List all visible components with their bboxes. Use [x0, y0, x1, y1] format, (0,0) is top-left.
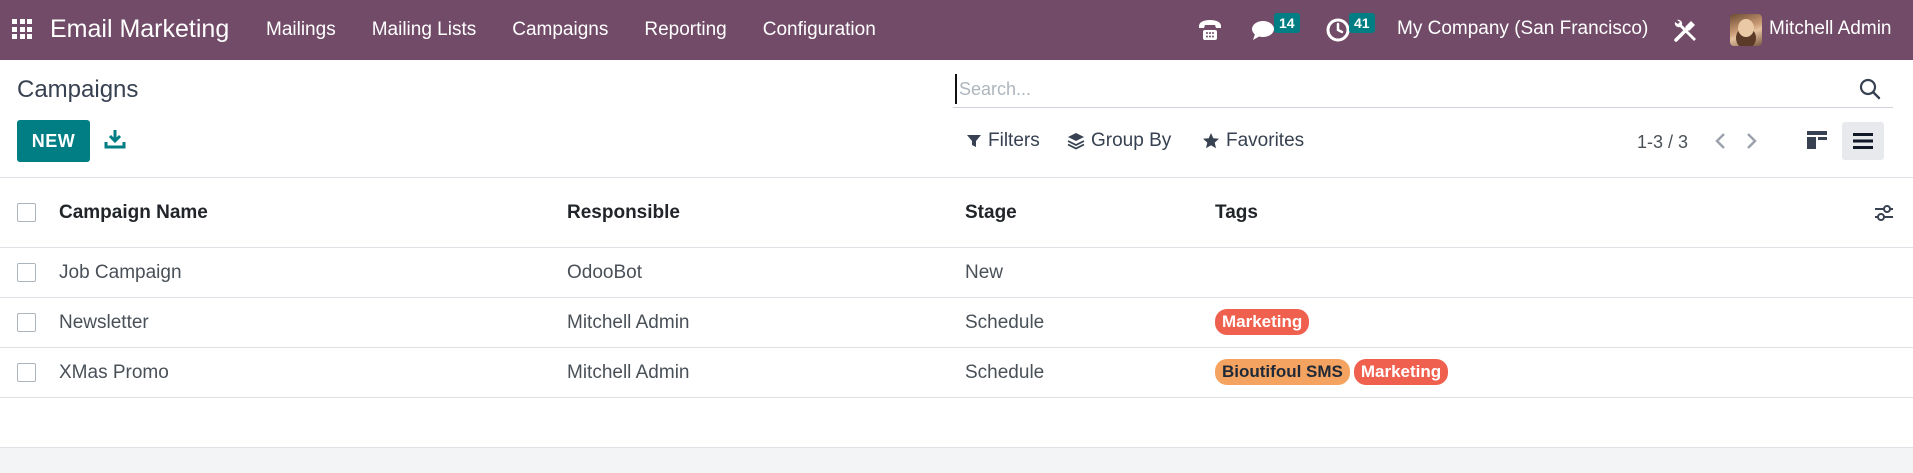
- list-icon: [1853, 133, 1873, 149]
- cell-tags: Marketing: [1215, 309, 1313, 335]
- pager-value[interactable]: 1-3 / 3: [1637, 132, 1688, 153]
- avatar[interactable]: [1730, 14, 1762, 46]
- cell-stage: Schedule: [965, 362, 1045, 383]
- control-panel: Campaigns NEW Filters Group By Favorites…: [0, 60, 1913, 178]
- column-tags[interactable]: Tags: [1215, 202, 1258, 224]
- main-menu: Mailings Mailing Lists Campaigns Reporti…: [248, 0, 894, 60]
- activity-badge: 41: [1349, 13, 1375, 33]
- chat-badge: 14: [1274, 13, 1300, 33]
- cell-campaign-name: Newsletter: [59, 312, 149, 333]
- cell-responsible: Mitchell Admin: [567, 362, 690, 383]
- chat-icon[interactable]: [1250, 17, 1276, 43]
- cell-tags: Bioutifoul SMS Marketing: [1215, 359, 1452, 385]
- row-checkbox[interactable]: [17, 363, 36, 382]
- layers-icon: [1067, 133, 1085, 150]
- list-header: Campaign Name Responsible Stage Tags: [0, 178, 1913, 248]
- cell-campaign-name: XMas Promo: [59, 362, 169, 383]
- cell-campaign-name: Job Campaign: [59, 262, 182, 283]
- table-row[interactable]: Newsletter Mitchell Admin Schedule Marke…: [0, 298, 1913, 348]
- group-by-button[interactable]: Group By: [1067, 130, 1171, 152]
- apps-grid-icon[interactable]: [12, 19, 32, 39]
- table-row[interactable]: XMas Promo Mitchell Admin Schedule Biout…: [0, 348, 1913, 398]
- page-title: Campaigns: [17, 76, 139, 103]
- favorites-label: Favorites: [1226, 130, 1305, 151]
- clock-icon[interactable]: [1325, 17, 1351, 43]
- kanban-view-button[interactable]: [1799, 122, 1835, 158]
- download-icon[interactable]: [104, 128, 126, 150]
- filters-label: Filters: [988, 130, 1040, 151]
- tag-bioutifoul-sms: Bioutifoul SMS: [1215, 359, 1350, 385]
- app-brand[interactable]: Email Marketing: [50, 15, 229, 44]
- page-footer-area: [0, 448, 1913, 473]
- tools-icon[interactable]: [1672, 16, 1700, 44]
- star-icon: [1203, 133, 1219, 149]
- row-checkbox[interactable]: [17, 313, 36, 332]
- cell-stage: New: [965, 262, 1004, 283]
- sliders-icon[interactable]: [1873, 202, 1895, 224]
- search-icon[interactable]: [1859, 78, 1881, 100]
- campaign-list: Campaign Name Responsible Stage Tags Job…: [0, 178, 1913, 448]
- user-menu[interactable]: Mitchell Admin: [1769, 18, 1892, 40]
- filters-button[interactable]: Filters: [966, 130, 1040, 152]
- tag-marketing: Marketing: [1215, 309, 1310, 335]
- row-checkbox[interactable]: [17, 263, 36, 282]
- chevron-right-icon[interactable]: [1743, 130, 1759, 152]
- phone-icon[interactable]: [1197, 17, 1223, 43]
- search-input[interactable]: [955, 74, 1815, 104]
- column-campaign-name[interactable]: Campaign Name: [59, 202, 208, 224]
- menu-item-configuration[interactable]: Configuration: [745, 0, 894, 60]
- cell-responsible: Mitchell Admin: [567, 312, 690, 333]
- column-stage[interactable]: Stage: [965, 202, 1017, 224]
- chevron-left-icon[interactable]: [1713, 130, 1729, 152]
- cell-stage: Schedule: [965, 312, 1045, 333]
- list-view-button[interactable]: [1842, 122, 1884, 160]
- top-navbar: Email Marketing Mailings Mailing Lists C…: [0, 0, 1913, 60]
- search-bar: [953, 70, 1893, 108]
- company-switcher[interactable]: My Company (San Francisco): [1397, 18, 1648, 40]
- tag-marketing: Marketing: [1353, 359, 1449, 385]
- select-all-checkbox[interactable]: [17, 203, 36, 222]
- column-responsible[interactable]: Responsible: [567, 202, 680, 224]
- menu-item-mailing-lists[interactable]: Mailing Lists: [354, 0, 495, 60]
- group-by-label: Group By: [1091, 130, 1172, 151]
- menu-item-reporting[interactable]: Reporting: [626, 0, 744, 60]
- favorites-button[interactable]: Favorites: [1202, 130, 1304, 152]
- table-row[interactable]: Job Campaign OdooBot New: [0, 248, 1913, 298]
- filter-icon: [967, 135, 981, 147]
- cell-responsible: OdooBot: [567, 262, 642, 283]
- menu-item-mailings[interactable]: Mailings: [248, 0, 354, 60]
- new-button[interactable]: NEW: [17, 120, 90, 162]
- menu-item-campaigns[interactable]: Campaigns: [494, 0, 626, 60]
- kanban-icon: [1807, 131, 1827, 149]
